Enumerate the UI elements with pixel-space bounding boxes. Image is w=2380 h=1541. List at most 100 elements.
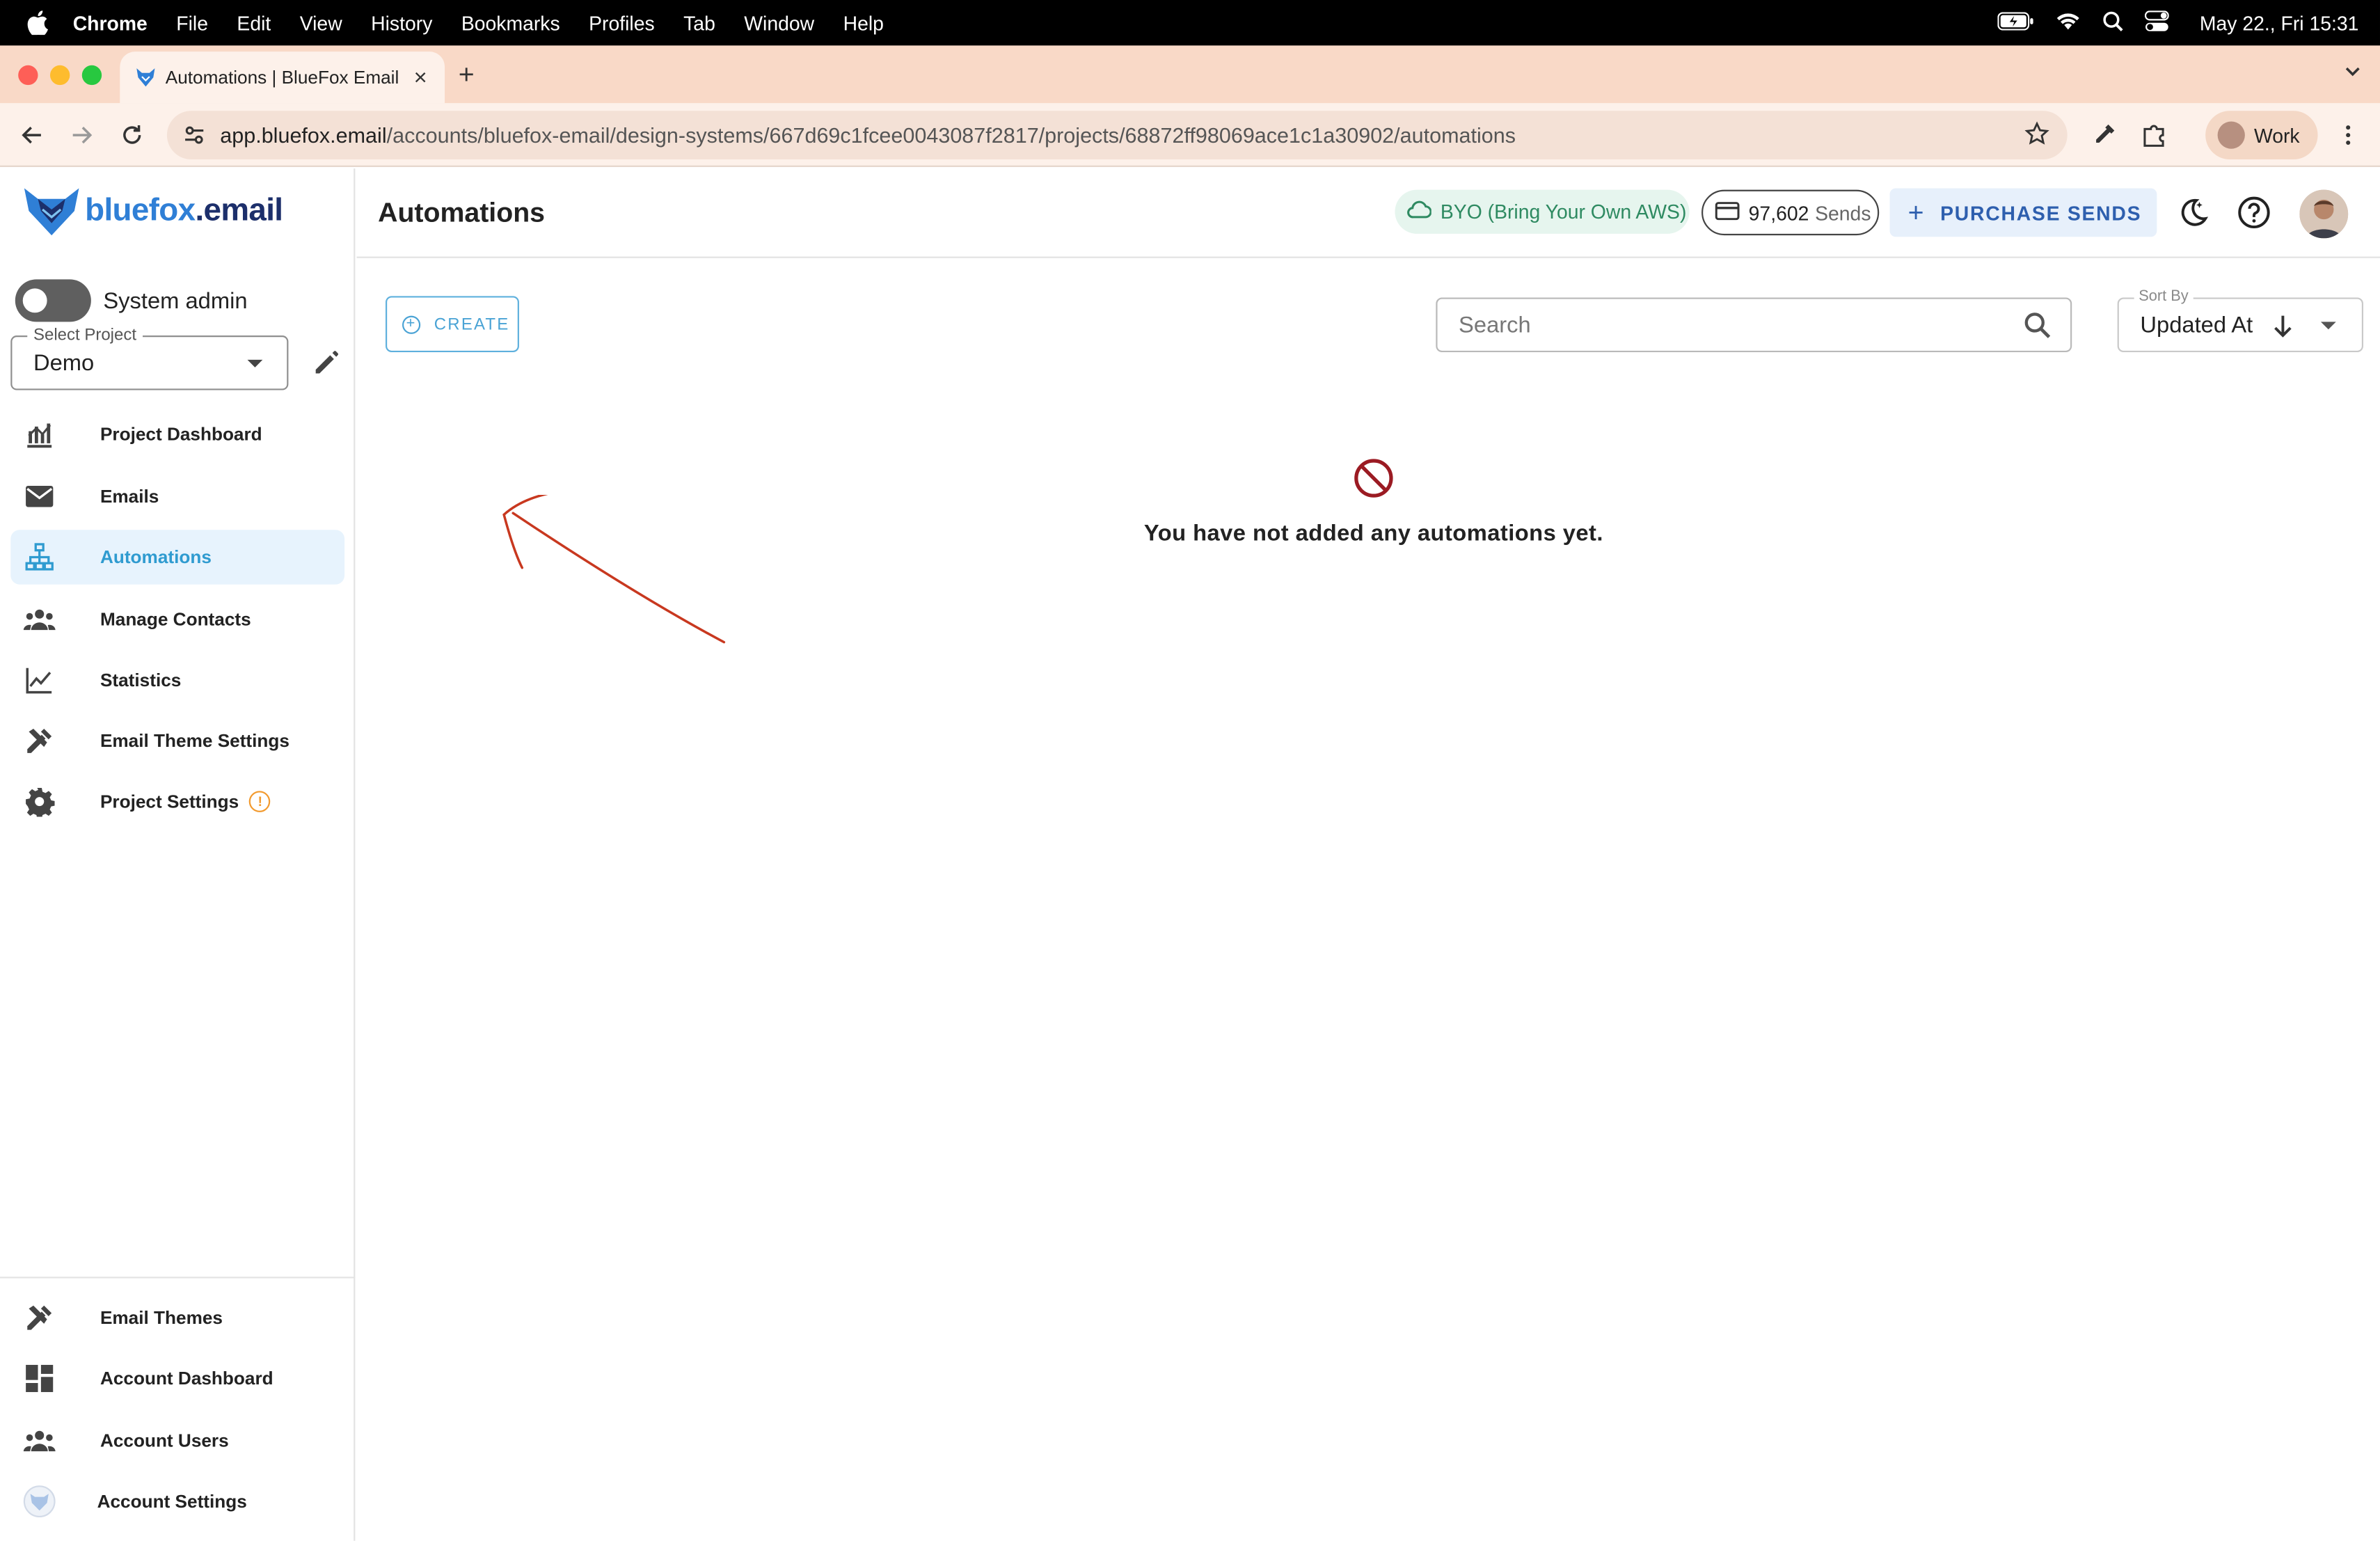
tab-close-icon[interactable]: × (405, 65, 436, 90)
sidebar-item-account-settings[interactable]: Account Settings (10, 1474, 344, 1529)
design-tools-icon (23, 724, 56, 757)
search-field[interactable] (1436, 297, 2072, 353)
spotlight-icon[interactable] (2102, 10, 2124, 35)
menu-profiles[interactable]: Profiles (589, 11, 655, 34)
apple-icon[interactable] (24, 9, 51, 36)
sidebar-item-statistics[interactable]: Statistics (10, 653, 344, 708)
menu-tab[interactable]: Tab (683, 11, 715, 34)
search-icon[interactable] (2023, 311, 2052, 347)
url-host: app.bluefox.email (220, 123, 387, 148)
system-admin-label: System admin (103, 287, 248, 314)
sort-by-label: Sort By (2134, 288, 2193, 306)
dark-mode-moon-icon[interactable] (2177, 196, 2210, 229)
logo-brand: bluefox (85, 193, 196, 228)
gear-icon (23, 785, 56, 819)
purchase-sends-button[interactable]: + PURCHASE SENDS (1889, 188, 2157, 237)
sidebar-item-label: Account Dashboard (100, 1368, 273, 1389)
menu-app-name[interactable]: Chrome (73, 11, 148, 34)
sends-balance-chip[interactable]: 97,602 Sends (1701, 189, 1880, 236)
sidebar-item-label: Account Settings (97, 1490, 247, 1512)
browser-menu-kebab-icon[interactable] (2335, 121, 2362, 148)
reload-icon[interactable] (118, 121, 145, 148)
address-bar[interactable]: app.bluefox.email/accounts/bluefox-email… (166, 111, 2068, 160)
plus-icon: + (1907, 196, 1926, 228)
app-root: bluefox.email System admin Select Projec… (0, 168, 2380, 1541)
system-admin-toggle[interactable] (15, 279, 91, 322)
bluefox-favicon-icon (135, 67, 157, 88)
dashboard-chart-icon (23, 418, 56, 451)
sidebar-item-project-dashboard[interactable]: Project Dashboard (10, 407, 344, 462)
sort-by-select[interactable]: Sort By Updated At (2117, 288, 2364, 353)
help-icon[interactable] (2237, 196, 2271, 229)
sidebar: bluefox.email System admin Select Projec… (0, 168, 356, 1541)
eyedropper-extension-icon[interactable] (2090, 121, 2117, 148)
system-admin-toggle-row: System admin (15, 279, 248, 322)
sidebar-item-label: Project Settings (100, 791, 239, 812)
sidebar-item-label: Manage Contacts (100, 608, 251, 631)
sidebar-item-manage-contacts[interactable]: Manage Contacts (10, 592, 344, 647)
menu-window[interactable]: Window (744, 11, 814, 34)
url-path: /accounts/bluefox-email/design-systems/6… (386, 123, 1516, 148)
menu-history[interactable]: History (371, 11, 432, 34)
sidebar-item-emails[interactable]: Emails (10, 469, 344, 524)
tab-title: Automations | BlueFox Email (165, 66, 399, 88)
add-circle-icon: + (402, 315, 421, 333)
sends-count: 97,602 (1748, 200, 1809, 224)
page-title: Automations (378, 197, 546, 228)
sidebar-item-label: Email Theme Settings (100, 730, 289, 752)
create-automation-button[interactable]: + CREATE (386, 296, 519, 353)
window-close-button[interactable] (18, 65, 38, 86)
control-center-icon[interactable] (2145, 10, 2170, 35)
no-entry-icon (1352, 457, 1395, 500)
window-minimize-button[interactable] (49, 65, 70, 86)
sort-by-value: Updated At (2140, 313, 2253, 339)
macos-menu-bar: Chrome File Edit View History Bookmarks … (0, 0, 2380, 46)
sidebar-item-automations[interactable]: Automations (10, 530, 345, 585)
profile-button[interactable]: Work (2205, 111, 2318, 160)
sidebar-item-account-users[interactable]: Account Users (10, 1414, 344, 1469)
menu-clock[interactable]: May 22., Fri 15:31 (2200, 11, 2359, 34)
wifi-icon[interactable] (2056, 10, 2081, 35)
menu-file[interactable]: File (176, 11, 208, 34)
design-tools-icon (23, 1301, 56, 1334)
sidebar-item-label: Project Dashboard (100, 423, 262, 445)
tab-search-chevron-icon[interactable] (2344, 61, 2362, 88)
browser-tab-active[interactable]: Automations | BlueFox Email × (120, 52, 445, 104)
bookmark-star-icon[interactable] (2024, 120, 2049, 149)
new-tab-icon[interactable]: + (459, 59, 475, 91)
search-input[interactable] (1437, 299, 2015, 351)
profile-label: Work (2253, 123, 2300, 147)
user-avatar[interactable] (2299, 189, 2349, 239)
back-icon[interactable] (18, 121, 45, 148)
menu-bookmarks[interactable]: Bookmarks (461, 11, 560, 34)
sidebar-item-project-settings[interactable]: Project Settings ! (10, 774, 344, 829)
logo-wordmark: bluefox.email (85, 193, 283, 229)
forward-icon[interactable] (68, 121, 95, 148)
extensions-puzzle-icon[interactable] (2140, 121, 2167, 148)
sidebar-divider (0, 1277, 356, 1279)
edit-project-pencil-icon[interactable] (311, 347, 342, 378)
byo-aws-badge[interactable]: BYO (Bring Your Own AWS) (1395, 189, 1690, 234)
sends-label: Sends (1815, 200, 1871, 224)
menu-edit[interactable]: Edit (237, 11, 271, 34)
project-select[interactable]: Select Project Demo (10, 326, 289, 390)
select-caret-icon (247, 359, 263, 368)
app-header: Automations BYO (Bring Your Own AWS) 97,… (356, 168, 2380, 258)
warning-icon: ! (249, 791, 271, 812)
project-select-value: Demo (33, 350, 95, 377)
toggle-knob (22, 288, 47, 313)
sidebar-item-account-dashboard[interactable]: Account Dashboard (10, 1351, 344, 1406)
address-url[interactable]: app.bluefox.email/accounts/bluefox-email… (220, 123, 2024, 148)
mail-icon (23, 480, 56, 513)
menu-help[interactable]: Help (843, 11, 884, 34)
credit-card-icon (1715, 200, 1740, 224)
menu-view[interactable]: View (300, 11, 342, 34)
sidebar-item-email-themes[interactable]: Email Themes (10, 1290, 344, 1345)
create-label: CREATE (434, 315, 510, 333)
sort-direction-arrow-icon[interactable] (2272, 313, 2294, 347)
window-zoom-button[interactable] (81, 65, 102, 86)
site-info-icon[interactable] (182, 123, 207, 148)
sidebar-item-email-theme-settings[interactable]: Email Theme Settings (10, 713, 344, 768)
bluefox-logo[interactable]: bluefox.email (22, 184, 283, 239)
battery-icon[interactable] (1997, 11, 2034, 34)
